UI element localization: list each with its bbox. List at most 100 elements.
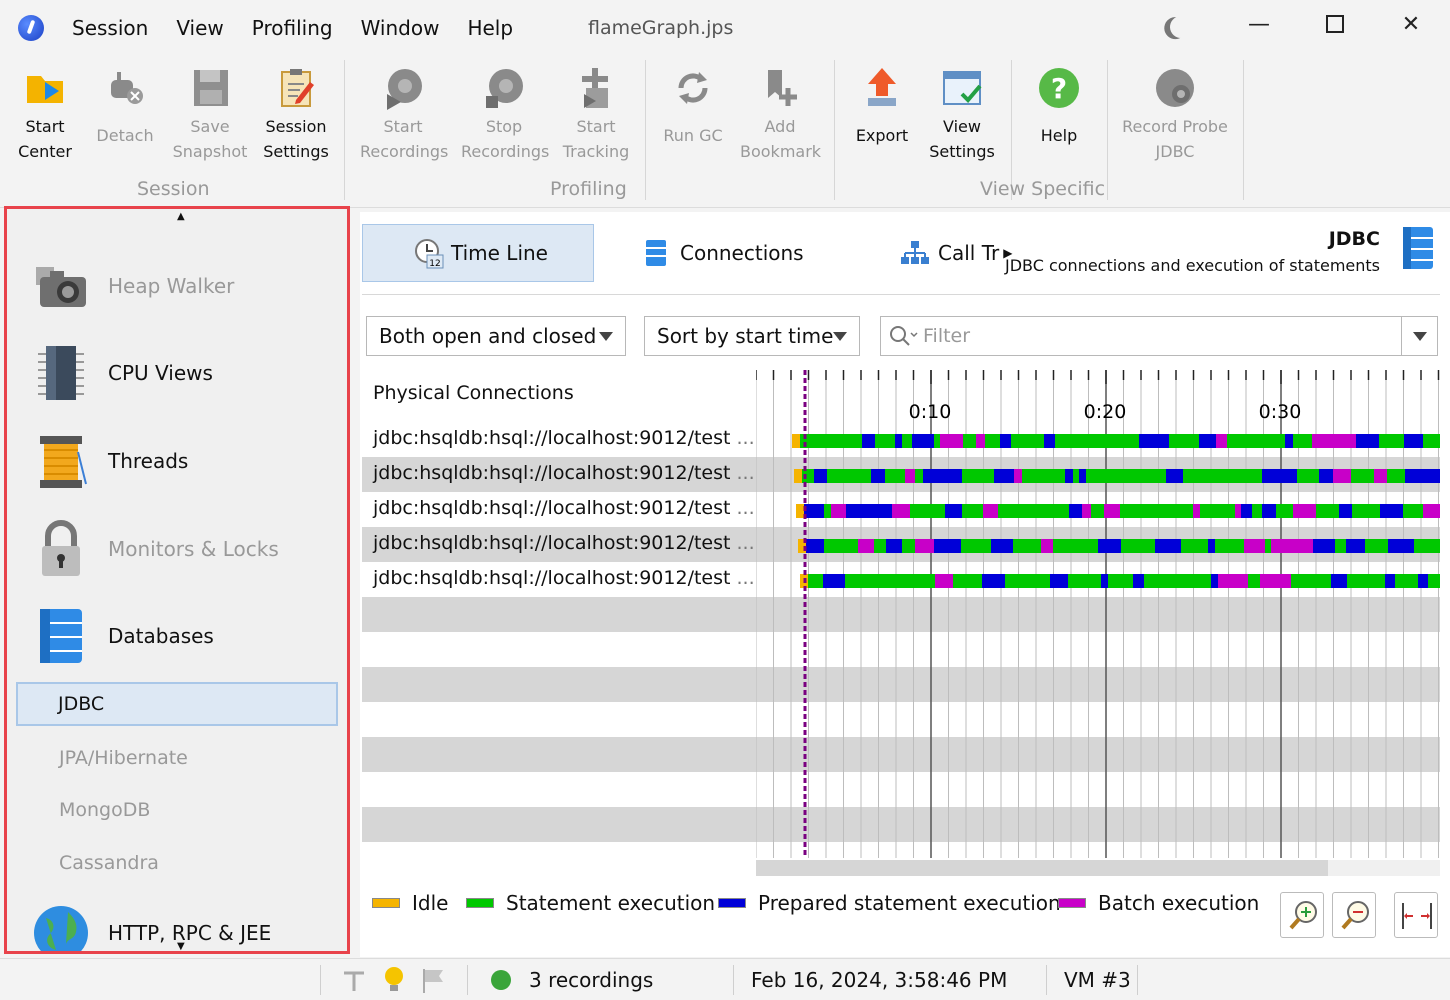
fit-width-button[interactable]: [1394, 892, 1438, 938]
execution-segment[interactable]: [1339, 504, 1352, 518]
minimize-button[interactable]: —: [1244, 12, 1274, 37]
menu-profiling[interactable]: Profiling: [252, 16, 333, 40]
execution-segment[interactable]: [994, 469, 1014, 483]
nav-sub-jpa-hibernate[interactable]: JPA/Hibernate: [59, 747, 188, 769]
execution-segment[interactable]: [1331, 574, 1347, 588]
execution-segment[interactable]: [992, 574, 1005, 588]
execution-segment[interactable]: [934, 539, 949, 553]
execution-segment[interactable]: [1244, 539, 1265, 553]
execution-segment[interactable]: [1169, 434, 1179, 448]
execution-segment[interactable]: [1276, 504, 1293, 518]
execution-segment[interactable]: [806, 539, 824, 553]
tab-time-line[interactable]: 12 Time Line: [362, 224, 594, 282]
execution-segment[interactable]: [865, 574, 876, 588]
execution-segment[interactable]: [892, 504, 910, 518]
execution-segment[interactable]: [871, 469, 885, 483]
run-gc-button[interactable]: Run GC: [660, 66, 726, 148]
execution-segment[interactable]: [1364, 574, 1378, 588]
execution-segment[interactable]: [1291, 574, 1311, 588]
execution-segment[interactable]: [1418, 574, 1428, 588]
execution-segment[interactable]: [1087, 574, 1101, 588]
execution-segment[interactable]: [1034, 434, 1044, 448]
execution-segment[interactable]: [1218, 574, 1238, 588]
execution-segment[interactable]: [1356, 434, 1373, 448]
execution-segment[interactable]: [1042, 469, 1054, 483]
execution-segment[interactable]: [983, 504, 998, 518]
execution-segment[interactable]: [915, 539, 934, 553]
execution-segment[interactable]: [1284, 469, 1297, 483]
execution-segment[interactable]: [1011, 504, 1028, 518]
execution-segment[interactable]: [859, 504, 879, 518]
execution-segment[interactable]: [1108, 574, 1119, 588]
execution-segment[interactable]: [1428, 574, 1440, 588]
execution-segment[interactable]: [1226, 539, 1244, 553]
execution-segment[interactable]: [1227, 434, 1241, 448]
execution-segment[interactable]: [1159, 504, 1178, 518]
connection-state-select[interactable]: Both open and closed: [366, 316, 626, 356]
execution-segment[interactable]: [1216, 469, 1223, 483]
execution-segment[interactable]: [1188, 539, 1202, 553]
execution-segment[interactable]: [1068, 574, 1087, 588]
execution-segment[interactable]: [814, 469, 827, 483]
execution-segment[interactable]: [961, 539, 969, 553]
execution-segment[interactable]: [1155, 539, 1164, 553]
execution-segment[interactable]: [1186, 434, 1199, 448]
execution-segment[interactable]: [1278, 574, 1291, 588]
execution-segment[interactable]: [1074, 434, 1086, 448]
execution-segment[interactable]: [977, 504, 983, 518]
execution-segment[interactable]: [912, 434, 920, 448]
sort-order-select[interactable]: Sort by start time: [644, 316, 860, 356]
execution-segment[interactable]: [1385, 574, 1395, 588]
execution-segment[interactable]: [1365, 539, 1388, 553]
execution-segment[interactable]: [935, 574, 953, 588]
execution-segment[interactable]: [826, 434, 841, 448]
execution-segment[interactable]: [1073, 469, 1079, 483]
execution-segment[interactable]: [1271, 539, 1294, 553]
filter-dropdown-button[interactable]: [1401, 317, 1437, 355]
execution-segment[interactable]: [1210, 504, 1216, 518]
execution-segment[interactable]: [886, 539, 902, 553]
execution-segment[interactable]: [923, 469, 941, 483]
execution-segment[interactable]: [1347, 574, 1364, 588]
execution-segment[interactable]: [962, 469, 982, 483]
execution-segment[interactable]: [1086, 434, 1108, 448]
execution-segment[interactable]: [1211, 574, 1218, 588]
execution-segment[interactable]: [1065, 469, 1073, 483]
execution-segment[interactable]: [804, 504, 824, 518]
execution-segment[interactable]: [874, 539, 886, 553]
execution-segment[interactable]: [885, 469, 905, 483]
execution-segment[interactable]: [850, 469, 871, 483]
execution-segment[interactable]: [934, 434, 940, 448]
execution-segment[interactable]: [1262, 434, 1275, 448]
execution-segment[interactable]: [1378, 574, 1385, 588]
execution-segment[interactable]: [1026, 574, 1040, 588]
filter-input[interactable]: Filter: [880, 316, 1438, 356]
execution-segment[interactable]: [1250, 469, 1262, 483]
execution-segment[interactable]: [1104, 504, 1120, 518]
start-recordings-button[interactable]: Start Recordings: [360, 66, 448, 164]
execution-segment[interactable]: [1423, 504, 1440, 518]
execution-segment[interactable]: [902, 434, 912, 448]
execution-segment[interactable]: [1405, 469, 1427, 483]
execution-segment[interactable]: [1158, 574, 1173, 588]
execution-segment[interactable]: [1121, 539, 1129, 553]
execution-segment[interactable]: [1050, 574, 1068, 588]
app-icon[interactable]: [18, 15, 44, 41]
execution-segment[interactable]: [1234, 469, 1250, 483]
execution-segment[interactable]: [1153, 504, 1159, 518]
zoom-out-button[interactable]: [1332, 892, 1376, 938]
execution-segment[interactable]: [1044, 434, 1055, 448]
detach-button[interactable]: Detach: [94, 66, 156, 148]
execution-segment[interactable]: [998, 504, 1011, 518]
execution-segment[interactable]: [1293, 434, 1312, 448]
execution-segment[interactable]: [1193, 574, 1211, 588]
scroll-down-arrow[interactable]: ▼: [177, 941, 185, 951]
execution-segment[interactable]: [1293, 504, 1316, 518]
execution-segment[interactable]: [963, 434, 976, 448]
execution-segment[interactable]: [1265, 539, 1271, 553]
nav-sub-jdbc[interactable]: JDBC: [16, 682, 338, 726]
execution-segment[interactable]: [1297, 469, 1319, 483]
execution-segment[interactable]: [1166, 469, 1183, 483]
execution-segment[interactable]: [1098, 539, 1115, 553]
execution-segment[interactable]: [1091, 504, 1104, 518]
